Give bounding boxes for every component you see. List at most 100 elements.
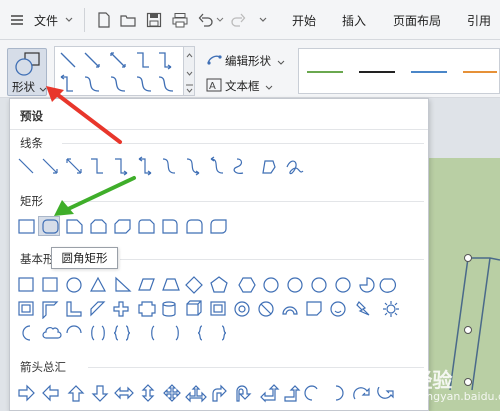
round-single-corner-rectangle-icon [162, 219, 178, 234]
smiley-face-icon [330, 301, 346, 317]
round-diagonal-rectangle-icon [210, 219, 227, 234]
snip-diagonal-rectangle-icon [114, 219, 131, 234]
bent-up-arrow-icon [284, 385, 301, 402]
save-icon[interactable] [146, 12, 162, 28]
octagon-icon [287, 277, 303, 293]
tab-home[interactable]: 开始 [292, 12, 316, 29]
round-same-side-rectangle-icon [186, 219, 203, 234]
double-bracket-icon [91, 325, 105, 341]
cloud-icon [42, 327, 62, 339]
chevron-down-icon[interactable] [277, 56, 285, 65]
bent-arrow-icon [212, 384, 227, 402]
top-toolbar: 文件 开始 插入 页面布局 引用 [0, 0, 500, 40]
divider [120, 259, 424, 260]
edit-shape-label[interactable]: 编辑形状 [225, 53, 271, 69]
rectangle-icon [18, 219, 35, 234]
left-brace-icon [197, 325, 203, 341]
left-bracket-icon [151, 325, 155, 341]
section-block-arrows-title: 箭头总汇 [20, 360, 66, 374]
chord-icon [379, 278, 397, 293]
undo-dropdown-icon[interactable] [216, 15, 224, 25]
diagonal-stripe-icon [90, 301, 106, 317]
text-box-label[interactable]: 文本框 [225, 78, 260, 94]
red-annotation-arrow [46, 86, 122, 144]
hamburger-menu-icon[interactable] [10, 13, 24, 27]
rectangles-shape-row[interactable] [16, 218, 236, 236]
left-up-arrow-icon [260, 384, 280, 403]
line-icon [18, 158, 34, 174]
line-style-gallery[interactable] [298, 48, 500, 94]
snip-single-corner-rectangle-icon [66, 219, 83, 234]
right-bracket-icon [175, 325, 179, 341]
curved-arrow-connector-icon [186, 158, 200, 176]
text-box-shape-icon [18, 277, 34, 292]
chevron-down-icon[interactable] [258, 15, 268, 25]
vertical-text-box-icon [42, 277, 58, 292]
up-arrow-icon [67, 385, 85, 402]
basic-shapes-row-1[interactable] [16, 275, 426, 295]
pie-icon [359, 277, 375, 293]
heptagon-icon [263, 277, 279, 293]
shapes-button-label: 形状 [12, 80, 35, 94]
oval-icon [66, 277, 82, 293]
triangle-icon [89, 276, 107, 292]
line-style-green[interactable] [307, 71, 343, 73]
print-icon[interactable] [172, 12, 188, 28]
diamond-icon [185, 276, 203, 294]
can-icon [162, 301, 176, 317]
right-triangle-icon [115, 276, 132, 292]
freeform-icon [262, 160, 276, 174]
curved-connector-icon [162, 158, 176, 174]
tab-page-layout[interactable]: 页面布局 [393, 12, 441, 29]
double-brace-icon [113, 325, 131, 341]
document-margin [428, 98, 500, 158]
tab-insert[interactable]: 插入 [342, 12, 366, 29]
plus-icon [113, 301, 129, 317]
line-style-orange[interactable] [463, 71, 497, 73]
redo-icon[interactable] [230, 12, 246, 28]
basic-shapes-row-3[interactable] [16, 323, 276, 343]
curved-up-arrow-icon [353, 387, 370, 400]
file-menu-label[interactable]: 文件 [34, 12, 58, 29]
watermark-url: jingyan.baidu.com [420, 390, 500, 403]
right-arrow-icon [18, 384, 35, 402]
l-shape-icon [66, 301, 82, 317]
curved-right-arrow-icon [304, 385, 318, 401]
tab-references[interactable]: 引用 [467, 12, 491, 29]
rounded-rectangle-tooltip: 圆角矩形 [51, 247, 118, 269]
watermark-text: Bai 经验 [368, 368, 453, 392]
right-brace-icon [221, 325, 227, 341]
undo-icon[interactable] [198, 12, 214, 28]
chevron-down-icon[interactable] [64, 15, 74, 25]
scribble-icon [286, 160, 304, 175]
curved-left-arrow-icon [335, 385, 344, 401]
half-frame-icon [42, 301, 59, 319]
down-arrow-icon [91, 385, 109, 402]
trapezoid-icon [162, 278, 180, 291]
section-rectangles-title: 矩形 [20, 194, 43, 208]
parallelogram-icon [138, 278, 155, 291]
hexagon-icon [238, 277, 256, 293]
edit-shape-icon[interactable] [206, 53, 222, 67]
moon-icon [22, 325, 31, 341]
svg-text:A: A [209, 81, 216, 92]
chevron-down-icon[interactable] [265, 81, 273, 90]
line-style-black[interactable] [359, 71, 395, 73]
plaque-icon [138, 301, 156, 317]
lightning-bolt-icon [356, 301, 370, 316]
new-document-icon[interactable] [96, 12, 112, 28]
quad-arrow-icon [163, 384, 181, 402]
u-turn-arrow-icon [236, 385, 252, 402]
gallery-scrollbar[interactable] [184, 46, 195, 96]
section-basic-shapes-title: 基本形 [20, 252, 55, 266]
arc-icon [66, 325, 82, 334]
dodecagon-icon [335, 277, 351, 293]
open-folder-icon[interactable] [120, 12, 136, 28]
line-style-blue[interactable] [411, 71, 447, 73]
folded-corner-icon [306, 301, 322, 316]
up-down-arrow-icon [141, 384, 155, 402]
text-box-icon[interactable]: A [206, 78, 222, 92]
basic-shapes-row-2[interactable] [16, 299, 426, 319]
block-arrows-row[interactable] [16, 383, 426, 405]
left-arrow-icon [42, 384, 59, 402]
